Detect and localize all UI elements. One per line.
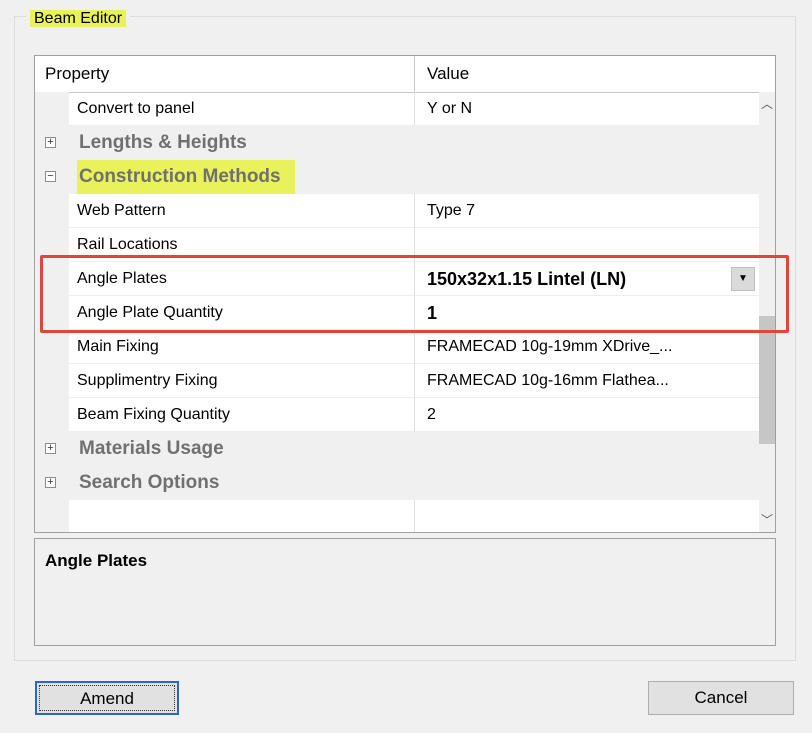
amend-button[interactable]: Amend	[35, 681, 179, 715]
scroll-up-arrow-icon[interactable]: ︿	[759, 92, 775, 116]
property-value[interactable]: FRAMECAD 10g-16mm Flathea...	[415, 364, 759, 398]
scrollbar-thumb[interactable]	[759, 316, 775, 444]
row-convert-to-panel[interactable]: Convert to panel Y or N	[35, 92, 759, 126]
row-supplimentry-fixing[interactable]: Supplimentry Fixing FRAMECAD 10g-16mm Fl…	[35, 364, 759, 398]
group-title-label: Beam Editor	[30, 10, 127, 27]
row-beam-fixing-quantity[interactable]: Beam Fixing Quantity 2	[35, 398, 759, 432]
expand-icon[interactable]: +	[45, 477, 56, 488]
row-main-fixing[interactable]: Main Fixing FRAMECAD 10g-19mm XDrive_...	[35, 330, 759, 364]
grid-header: Property Value	[35, 56, 775, 93]
annotation-highlight-box	[40, 255, 789, 333]
description-panel: Angle Plates	[34, 538, 776, 646]
column-header-property[interactable]: Property	[35, 56, 415, 92]
cancel-button[interactable]: Cancel	[648, 681, 794, 715]
category-materials-usage[interactable]: + Materials Usage	[35, 432, 759, 466]
property-name[interactable]: Supplimentry Fixing	[69, 364, 415, 398]
description-title: Angle Plates	[45, 551, 148, 570]
expand-icon[interactable]: +	[45, 443, 56, 454]
category-label: Search Options	[79, 472, 220, 493]
cancel-button-label: Cancel	[694, 688, 748, 707]
category-label: Construction Methods	[77, 160, 295, 194]
collapse-icon[interactable]: −	[45, 171, 56, 182]
row-empty	[35, 500, 759, 532]
category-label: Lengths & Heights	[79, 132, 247, 153]
column-header-value[interactable]: Value	[415, 56, 775, 92]
category-search-options[interactable]: + Search Options	[35, 466, 759, 500]
category-label: Materials Usage	[79, 438, 224, 459]
scroll-down-arrow-icon[interactable]: ﹀	[759, 508, 775, 532]
property-value[interactable]: 2	[415, 398, 759, 432]
row-web-pattern[interactable]: Web Pattern Type 7	[35, 194, 759, 228]
property-name[interactable]: Main Fixing	[69, 330, 415, 364]
category-construction-methods[interactable]: − Construction Methods	[35, 160, 759, 194]
category-lengths-heights[interactable]: + Lengths & Heights	[35, 126, 759, 160]
property-name[interactable]: Convert to panel	[69, 92, 415, 126]
expand-icon[interactable]: +	[45, 137, 56, 148]
focus-rect	[39, 685, 175, 711]
property-value[interactable]: Y or N	[415, 92, 759, 126]
property-name[interactable]: Web Pattern	[69, 194, 415, 228]
property-value[interactable]: FRAMECAD 10g-19mm XDrive_...	[415, 330, 759, 364]
property-value[interactable]: Type 7	[415, 194, 759, 228]
group-title: Beam Editor	[26, 8, 131, 30]
property-name[interactable]: Beam Fixing Quantity	[69, 398, 415, 432]
